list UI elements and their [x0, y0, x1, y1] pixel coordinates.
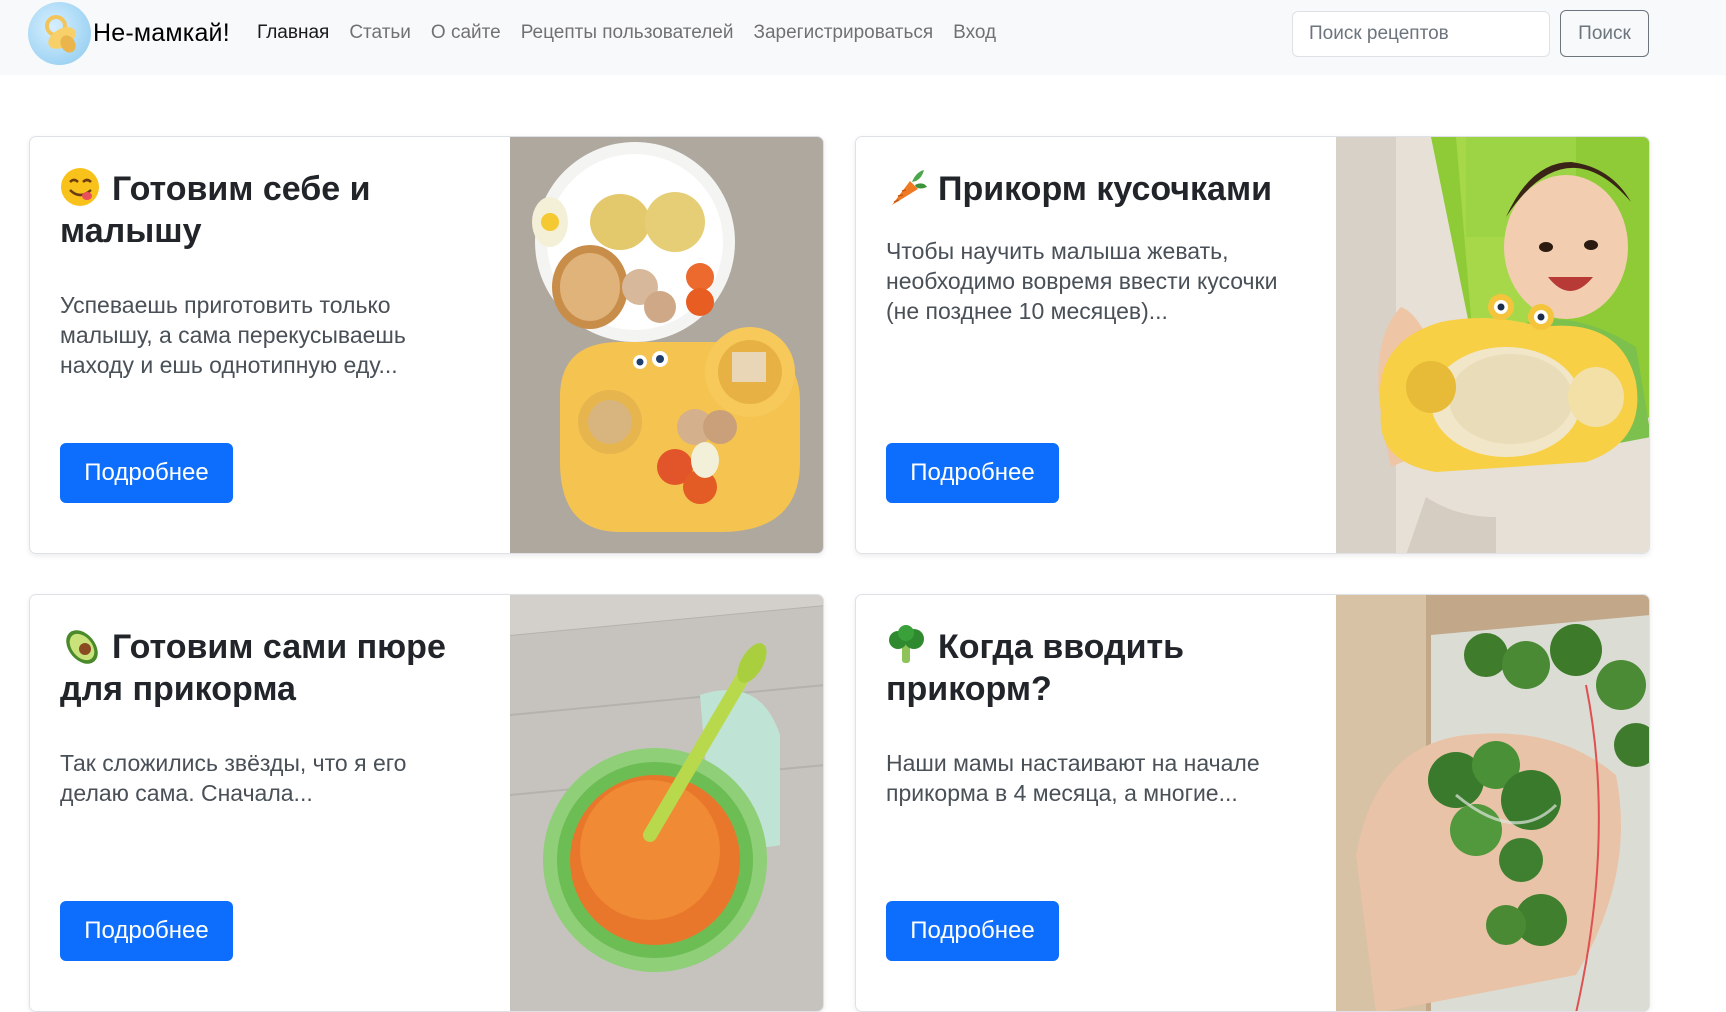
avocado-icon [60, 625, 102, 665]
more-button[interactable]: Подробнее [886, 443, 1059, 503]
card-title-text: Когда вводить прикорм? [886, 628, 1185, 708]
brand-name: Не-мамкай! [93, 19, 230, 47]
card-text: Чтобы научить малыша жевать, необходимо … [886, 238, 1278, 324]
frozen-broccoli-photo [1336, 595, 1649, 1011]
card-text: Наши мамы настаивают на начале прикорма … [886, 750, 1260, 806]
card-title: Прикорм кусочками [886, 167, 1306, 210]
card-body: Прикорм кусочками Чтобы научить малыша ж… [856, 137, 1336, 553]
broccoli-icon [886, 625, 928, 665]
card-text: Успеваешь приготовить только малышу, а с… [60, 292, 406, 378]
baby-in-highchair-photo [1336, 137, 1649, 553]
search-input[interactable] [1292, 11, 1550, 57]
card-body: Готовим сами пюре для прикорма Так сложи… [30, 595, 510, 1011]
nav-item-articles[interactable]: Статьи [349, 22, 411, 44]
nav-item-user-recipes[interactable]: Рецепты пользователей [521, 22, 734, 44]
card-body: Готовим себе и малышу Успеваешь приготов… [30, 137, 510, 553]
more-button[interactable]: Подробнее [60, 443, 233, 503]
recipe-card: Готовим себе и малышу Успеваешь приготов… [29, 136, 824, 554]
recipe-card: Готовим сами пюре для прикорма Так сложи… [29, 594, 824, 1012]
card-title: Когда вводить прикорм? [886, 625, 1306, 710]
card-title-text: Готовим сами пюре для прикорма [60, 628, 446, 708]
more-button[interactable]: Подробнее [60, 901, 233, 961]
card-body: Когда вводить прикорм? Наши мамы настаив… [856, 595, 1336, 1011]
navbar: Не-мамкай! Главная Статьи О сайте Рецепт… [0, 0, 1726, 75]
card-title-text: Готовим себе и малышу [60, 170, 371, 250]
card-title-text: Прикорм кусочками [938, 170, 1272, 208]
plate-and-crab-bowl-photo [510, 137, 823, 553]
nav-item-login[interactable]: Вход [953, 22, 996, 44]
nav-item-register[interactable]: Зарегистрироваться [753, 22, 933, 44]
carrot-icon [886, 167, 928, 207]
yum-face-icon [60, 167, 102, 207]
card-title: Готовим сами пюре для прикорма [60, 625, 480, 710]
nav-item-home[interactable]: Главная [257, 22, 329, 44]
more-button[interactable]: Подробнее [886, 901, 1059, 961]
recipe-card: Когда вводить прикорм? Наши мамы настаив… [855, 594, 1650, 1012]
nav-item-about[interactable]: О сайте [431, 22, 501, 44]
card-title: Готовим себе и малышу [60, 167, 480, 252]
brand-link[interactable]: Не-мамкай! [28, 2, 230, 65]
pacifier-icon [28, 2, 91, 65]
recipe-card: Прикорм кусочками Чтобы научить малыша ж… [855, 136, 1650, 554]
main-nav: Главная Статьи О сайте Рецепты пользоват… [257, 22, 1016, 44]
card-text: Так сложились звёзды, что я его делаю са… [60, 750, 407, 806]
search-button[interactable]: Поиск [1560, 10, 1649, 57]
puree-bowl-photo [510, 595, 823, 1011]
